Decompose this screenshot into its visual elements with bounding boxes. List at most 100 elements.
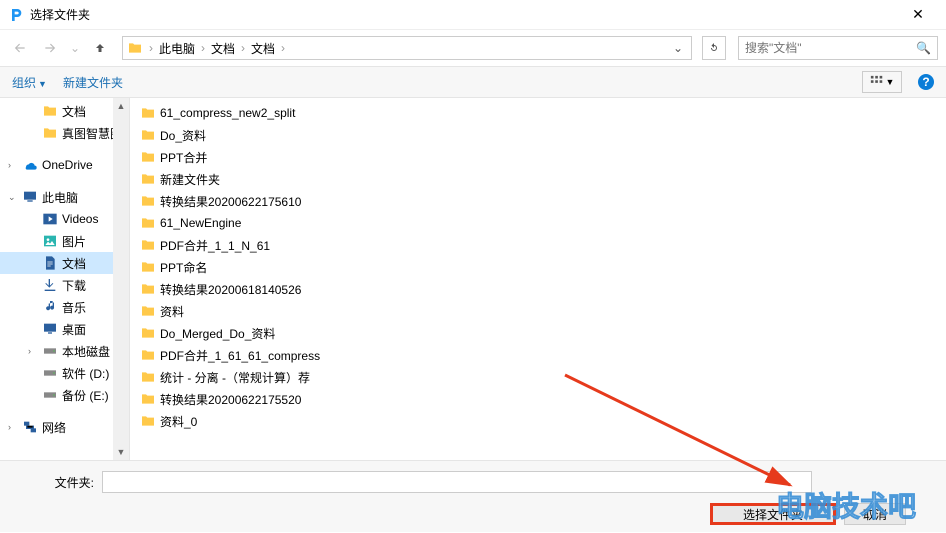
file-item[interactable]: 61_compress_new2_split — [140, 102, 370, 124]
expand-icon[interactable]: › — [8, 422, 18, 432]
file-name: Do_资料 — [160, 127, 206, 144]
up-button[interactable] — [88, 36, 112, 60]
scroll-down-icon[interactable]: ▼ — [113, 444, 129, 460]
tree-item-16[interactable]: › 网络 — [0, 416, 129, 438]
breadcrumb-1[interactable]: 文档 — [207, 40, 239, 57]
tree-item-7[interactable]: 图片 — [0, 230, 129, 252]
grid-icon — [870, 75, 884, 89]
chevron-right-icon[interactable]: › — [147, 41, 155, 55]
tree-item-9[interactable]: 下载 — [0, 274, 129, 296]
select-folder-button[interactable]: 选择文件夹 — [710, 503, 836, 525]
file-name: 转换结果20200622175610 — [160, 193, 301, 210]
tree-label: Videos — [62, 212, 98, 226]
file-name: Do_Merged_Do_资料 — [160, 325, 275, 342]
folder-icon — [42, 103, 58, 119]
expand-icon[interactable]: › — [8, 160, 18, 170]
file-item[interactable]: PDF合并_1_61_61_compress — [140, 344, 370, 366]
tree-item-3[interactable]: ›OneDrive — [0, 154, 129, 176]
tree-item-11[interactable]: 桌面 — [0, 318, 129, 340]
file-item[interactable]: 转换结果20200622175520 — [140, 388, 370, 410]
file-name: 统计 - 分离 -（常规计算）荐 — [160, 369, 310, 386]
back-button[interactable] — [8, 36, 32, 60]
sidebar: 文档真图智慧图›OneDrive⌄此电脑Videos图片文档下载音乐桌面›本地磁… — [0, 98, 130, 460]
address-dropdown-icon[interactable]: ⌄ — [669, 41, 687, 55]
folder-icon — [140, 281, 156, 297]
footer: 文件夹: 选择文件夹 取消 — [0, 460, 946, 532]
file-name: 资料 — [160, 303, 184, 320]
folder-icon — [140, 391, 156, 407]
folder-name-input[interactable] — [102, 471, 812, 493]
folder-icon — [140, 303, 156, 319]
organize-menu[interactable]: 组织▼ — [12, 74, 47, 91]
folder-icon — [140, 413, 156, 429]
address-bar[interactable]: › 此电脑 › 文档 › 文档 › ⌄ — [122, 36, 692, 60]
file-item[interactable]: PPT合并 — [140, 146, 370, 168]
cancel-button[interactable]: 取消 — [844, 503, 906, 525]
file-name: PDF合并_1_61_61_compress — [160, 347, 320, 364]
tree-label: 备份 (E:) — [62, 387, 109, 404]
chevron-right-icon[interactable]: › — [199, 41, 207, 55]
folder-icon — [140, 369, 156, 385]
disk-icon — [42, 365, 58, 381]
view-button[interactable]: ▼ — [862, 71, 902, 93]
file-item[interactable]: PPT命名 — [140, 256, 370, 278]
folder-icon — [140, 149, 156, 165]
file-item[interactable]: Do_资料 — [140, 124, 370, 146]
tree-item-13[interactable]: 软件 (D:) — [0, 362, 129, 384]
titlebar: 选择文件夹 ✕ — [0, 0, 946, 30]
tree-label: 图片 — [62, 233, 86, 250]
search-input[interactable] — [745, 41, 916, 55]
new-folder-button[interactable]: 新建文件夹 — [63, 74, 123, 91]
file-item[interactable]: 统计 - 分离 -（常规计算）荐 — [140, 366, 370, 388]
folder-icon — [140, 193, 156, 209]
search-icon[interactable]: 🔍 — [916, 41, 931, 55]
disk-icon — [42, 343, 58, 359]
tree-item-1[interactable]: 真图智慧图 — [0, 122, 129, 144]
file-item[interactable]: 资料_0 — [140, 410, 370, 432]
recent-dropdown[interactable]: ⌄ — [68, 36, 82, 60]
tree-item-0[interactable]: 文档 — [0, 100, 129, 122]
close-icon[interactable]: ✕ — [898, 6, 938, 23]
file-item[interactable]: Do_Merged_Do_资料 — [140, 322, 370, 344]
file-name: PDF合并_1_1_N_61 — [160, 237, 270, 254]
tree-item-12[interactable]: ›本地磁盘 (C — [0, 340, 129, 362]
tree-item-10[interactable]: 音乐 — [0, 296, 129, 318]
tree-label: 下载 — [62, 277, 86, 294]
file-name: 转换结果20200618140526 — [160, 281, 301, 298]
file-item[interactable]: 转换结果20200618140526 — [140, 278, 370, 300]
refresh-button[interactable] — [702, 36, 726, 60]
sidebar-scrollbar[interactable]: ▲ ▼ — [113, 98, 129, 460]
folder-icon — [140, 215, 156, 231]
chevron-right-icon[interactable]: › — [239, 41, 247, 55]
tree-item-8[interactable]: 文档 — [0, 252, 129, 274]
forward-button[interactable] — [38, 36, 62, 60]
tree-item-6[interactable]: Videos — [0, 208, 129, 230]
chevron-right-icon[interactable]: › — [279, 41, 287, 55]
folder-icon — [140, 237, 156, 253]
videos-icon — [42, 211, 58, 227]
folder-icon — [140, 259, 156, 275]
tree-label: 软件 (D:) — [62, 365, 109, 382]
expand-icon[interactable]: › — [28, 346, 38, 356]
search-box[interactable]: 🔍 — [738, 36, 938, 60]
breadcrumb-0[interactable]: 此电脑 — [155, 40, 199, 57]
tree-label: 网络 — [42, 419, 66, 436]
file-item[interactable]: 新建文件夹 — [140, 168, 370, 190]
breadcrumb-2[interactable]: 文档 — [247, 40, 279, 57]
expand-icon[interactable]: ⌄ — [8, 192, 18, 203]
help-button[interactable]: ? — [918, 74, 934, 90]
scroll-up-icon[interactable]: ▲ — [113, 98, 129, 114]
file-item[interactable]: PDF合并_1_1_N_61 — [140, 234, 370, 256]
file-item[interactable]: 转换结果20200622175610 — [140, 190, 370, 212]
tree-item-14[interactable]: 备份 (E:) — [0, 384, 129, 406]
file-item[interactable]: 资料 — [140, 300, 370, 322]
file-item[interactable]: 61_NewEngine — [140, 212, 370, 234]
pictures-icon — [42, 233, 58, 249]
folder-label: 文件夹: — [14, 474, 94, 491]
tree-label: 文档 — [62, 103, 86, 120]
tree-item-5[interactable]: ⌄此电脑 — [0, 186, 129, 208]
folder-icon — [140, 105, 156, 121]
file-name: 新建文件夹 — [160, 171, 220, 188]
disk-icon — [42, 387, 58, 403]
file-name: PPT命名 — [160, 259, 207, 276]
